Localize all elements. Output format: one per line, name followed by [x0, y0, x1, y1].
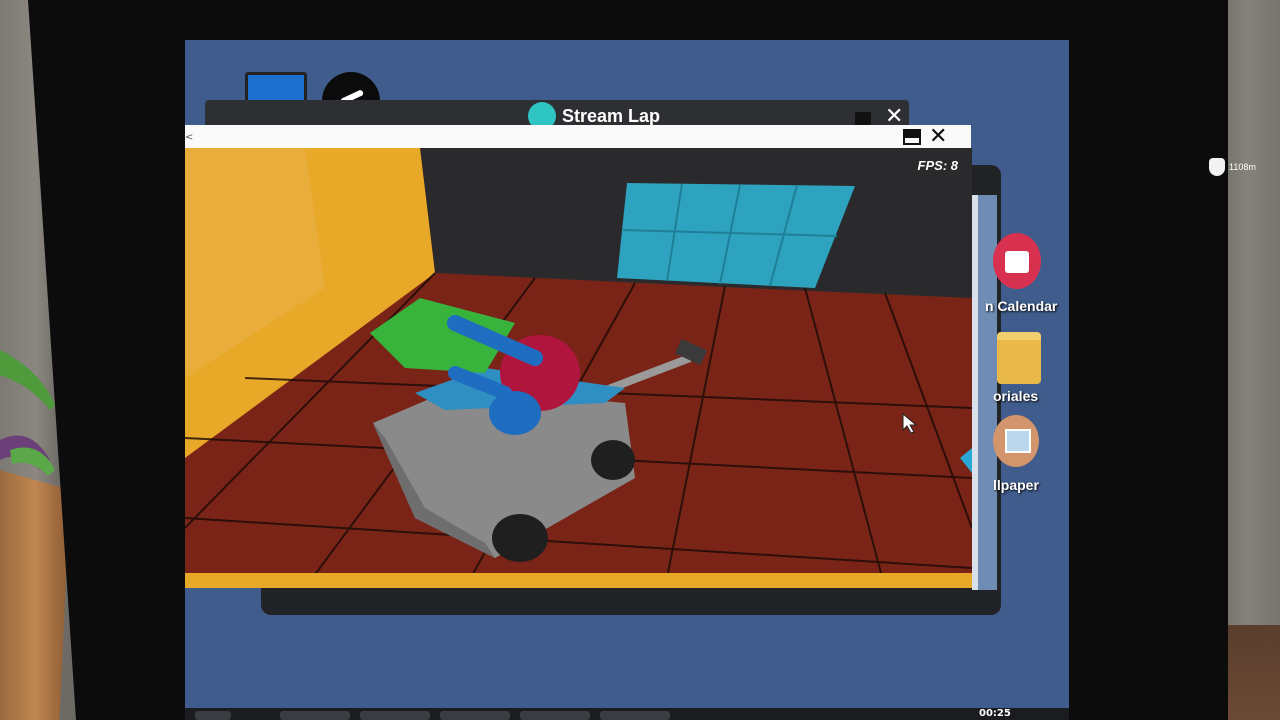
titlebar-edge-glyph: < [185, 132, 194, 143]
game-viewport[interactable]: FPS: 8 [185, 148, 972, 588]
taskbar-item[interactable] [600, 711, 670, 720]
distance-readout: 1108m [1229, 162, 1256, 172]
game-close-button[interactable]: ✕ [929, 124, 947, 149]
desktop-icon-label-folder: oriales [993, 388, 1039, 404]
fps-counter: FPS: 8 [917, 158, 958, 173]
plant-pot [0, 470, 70, 720]
game-scene [185, 148, 972, 588]
folder-icon[interactable] [997, 332, 1041, 384]
wallpaper-icon[interactable] [993, 415, 1039, 467]
taskbar-item[interactable] [440, 711, 510, 720]
taskbar-item[interactable] [360, 711, 430, 720]
taskbar-item[interactable] [520, 711, 590, 720]
taskbar-item[interactable] [280, 711, 350, 720]
mask-icon [1209, 158, 1225, 176]
calendar-icon[interactable] [993, 233, 1041, 289]
desktop-screen: Stream Lap ✕ n Calendar oriales llpaper … [185, 40, 1069, 720]
game-window-titlebar[interactable] [185, 125, 971, 149]
game-minimize-button[interactable] [903, 129, 921, 145]
taskbar-clock: 00:25 [979, 708, 1011, 719]
mouse-cursor-icon [902, 413, 918, 434]
desktop-icon-label-wallpaper: llpaper [993, 477, 1039, 493]
desktop-icon-label-calendar: n Calendar [985, 298, 1058, 314]
start-button[interactable] [195, 711, 231, 720]
back-window-edge [972, 195, 978, 590]
stream-lap-title: Stream Lap [562, 106, 661, 126]
